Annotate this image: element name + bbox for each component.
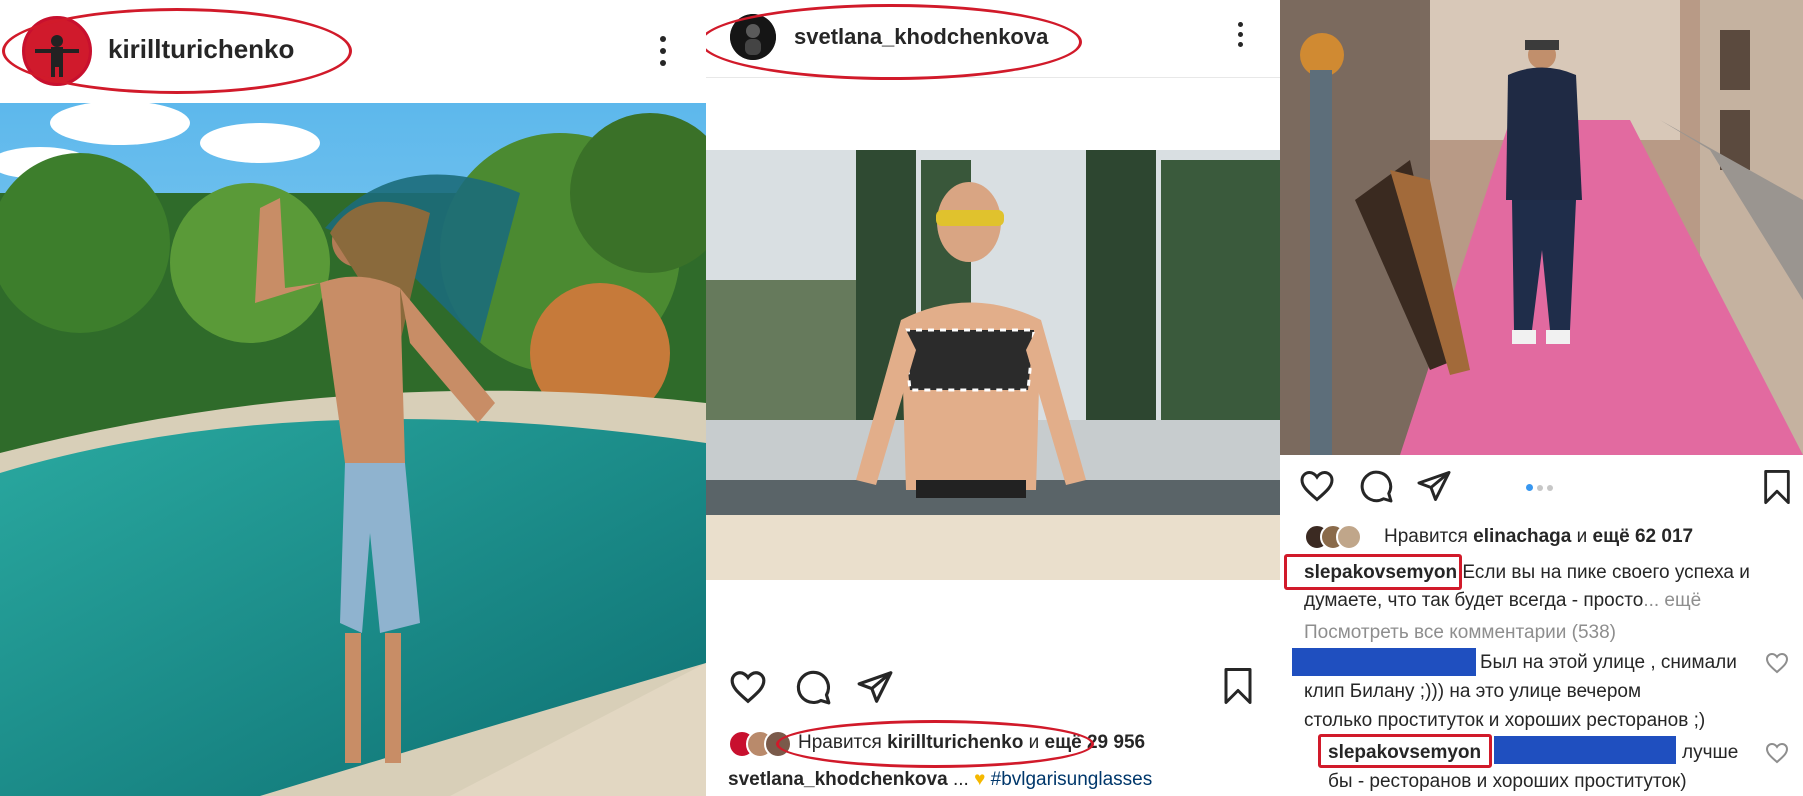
- highlight-oval: [706, 4, 1082, 80]
- comment-text: Был на этой улице , снимали: [1480, 652, 1737, 673]
- comment-like-icon[interactable]: [1764, 651, 1790, 675]
- post-caption: svetlana_khodchenkova ... ♥ #bvlgarisung…: [728, 769, 1153, 790]
- highlight-oval: [776, 720, 1094, 768]
- post-photo[interactable]: [0, 103, 706, 796]
- highlight-box: [1318, 734, 1492, 768]
- post-panel-svetlana: svetlana_khodchenkova Нравится kirilltur…: [706, 0, 1280, 796]
- post-header: kirillturichenko: [0, 0, 706, 100]
- post-panel-kirillturichenko: kirillturichenko: [0, 0, 706, 796]
- post-caption-line-2: думаете, что так будет всегда - просто..…: [1304, 590, 1702, 611]
- more-options-icon[interactable]: [660, 36, 666, 66]
- redacted-username: [1292, 648, 1476, 676]
- comment-like-icon[interactable]: [1764, 741, 1790, 765]
- comment-icon[interactable]: [794, 668, 832, 706]
- pink-street-illustration: [1280, 0, 1803, 455]
- reply-text-line-2: бы - ресторанов и хороших проституток): [1328, 771, 1687, 792]
- poolside-woman-illustration: [706, 150, 1280, 580]
- heart-icon[interactable]: [728, 668, 768, 706]
- likes-summary[interactable]: Нравится elinachaga и ещё 62 017: [1384, 526, 1693, 548]
- redacted-username: [1494, 736, 1676, 764]
- reply-text: лучше: [1682, 742, 1739, 763]
- post-photo[interactable]: [1280, 0, 1803, 455]
- highlight-oval: [2, 8, 352, 94]
- tropical-pool-illustration: [0, 103, 706, 796]
- carousel-dots: [1526, 484, 1553, 491]
- comment-text-line-2: клип Билану ;))) на это улице вечером: [1304, 681, 1642, 702]
- comment-text-line-3: столько проституток и хороших ресторанов…: [1304, 710, 1706, 731]
- liker-avatars: [1304, 524, 1374, 552]
- yellow-heart-icon: ♥: [974, 769, 986, 790]
- post-panel-slepakovsemyon: Нравится elinachaga и ещё 62 017 slepako…: [1280, 0, 1803, 796]
- heart-icon[interactable]: [1298, 468, 1336, 504]
- post-photo[interactable]: [706, 150, 1280, 580]
- bookmark-icon[interactable]: [1220, 666, 1256, 706]
- post-header: svetlana_khodchenkova: [706, 0, 1280, 80]
- share-icon[interactable]: [856, 668, 894, 706]
- more-options-icon[interactable]: [1238, 22, 1243, 47]
- bookmark-icon[interactable]: [1760, 468, 1794, 506]
- view-all-comments-link[interactable]: Посмотреть все комментарии (538): [1304, 622, 1616, 644]
- highlight-box: [1284, 554, 1462, 590]
- comment-icon[interactable]: [1358, 468, 1394, 504]
- share-icon[interactable]: [1416, 468, 1452, 504]
